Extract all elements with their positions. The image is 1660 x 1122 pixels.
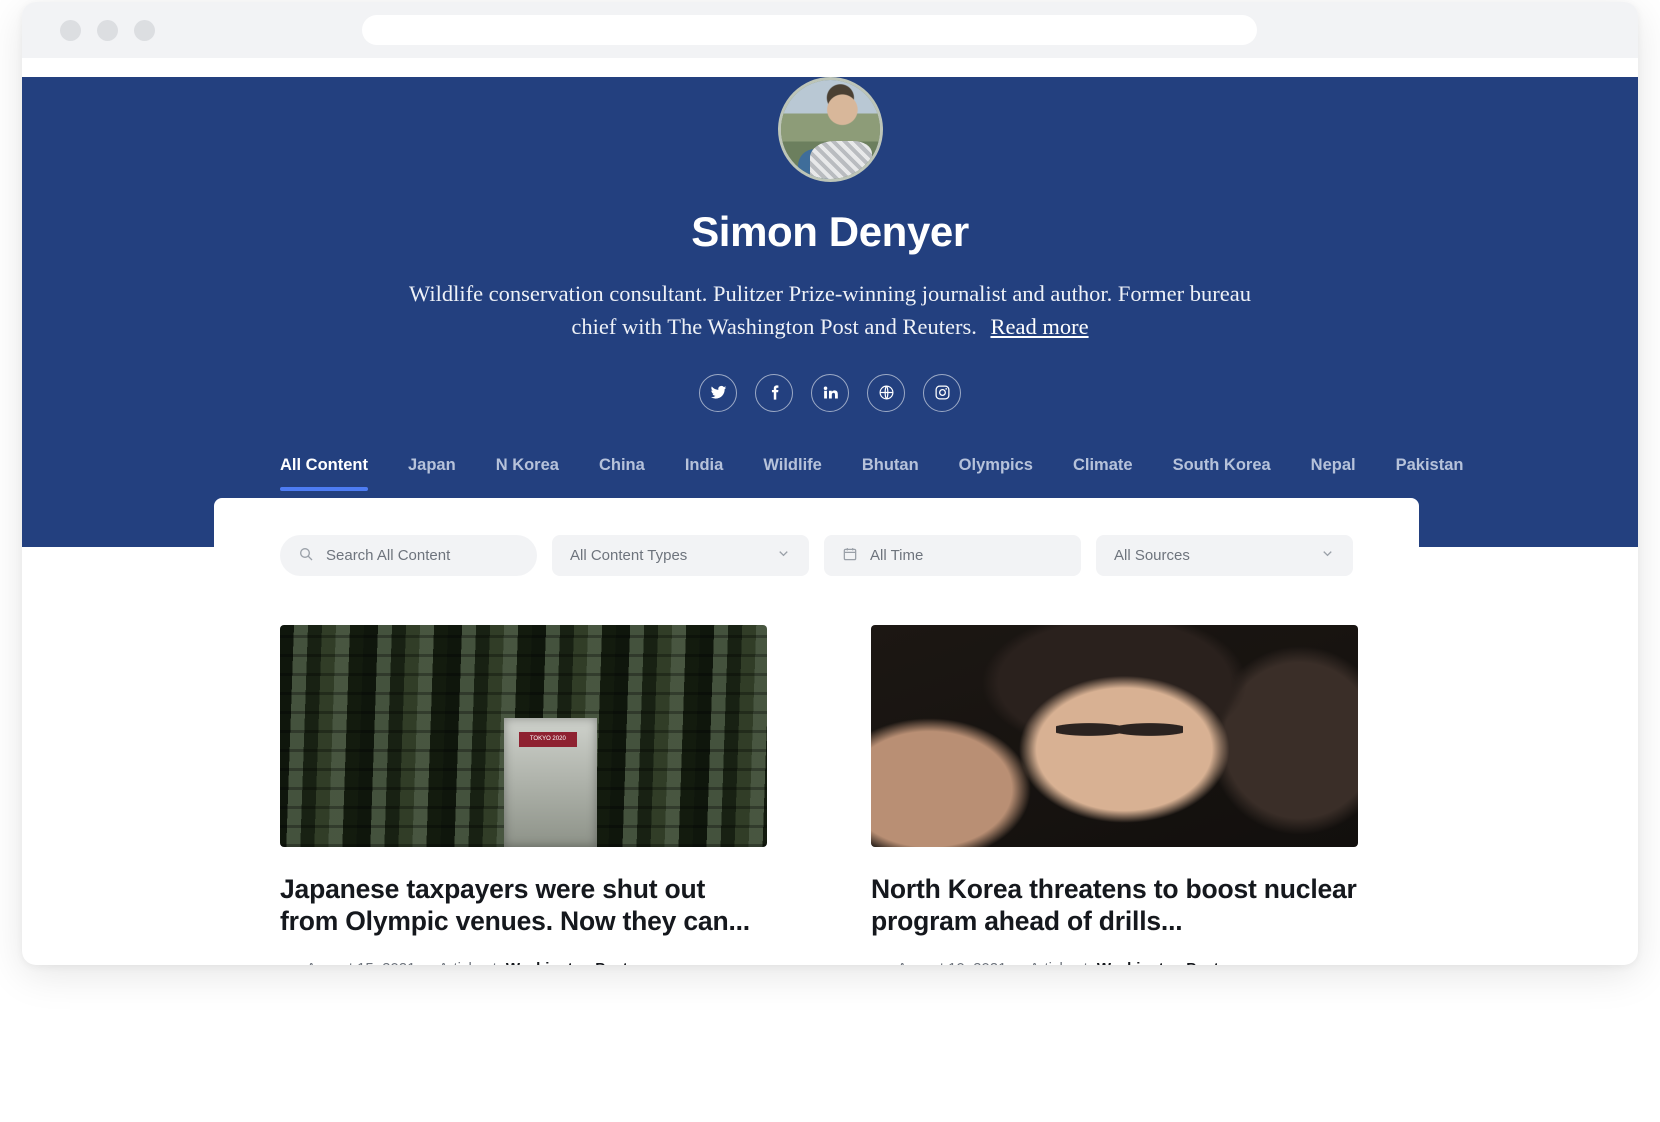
filter-bar: Search All Content All Content Types All… (214, 498, 1419, 576)
tab-nepal[interactable]: Nepal (1311, 456, 1356, 491)
maximize-button[interactable] (134, 19, 155, 41)
card-thumbnail (871, 625, 1358, 847)
facebook-icon (766, 384, 783, 401)
read-more-link[interactable]: Read more (990, 314, 1088, 339)
sources-value: All Sources (1114, 547, 1190, 564)
facebook-link[interactable] (755, 373, 793, 412)
tab-all-content[interactable]: All Content (280, 456, 368, 491)
twitter-link[interactable] (699, 373, 737, 412)
card-type-label: Article at (1029, 960, 1087, 965)
content-type-value: All Content Types (570, 547, 688, 564)
content-grid: TOKYO 2020 Japanese taxpayers were shut … (214, 576, 1419, 965)
browser-window: Simon Denyer Wildlife conservation consu… (22, 2, 1638, 965)
portrait-image (871, 625, 1358, 847)
tokyo-banner: TOKYO 2020 (518, 731, 578, 748)
linkedin-link[interactable] (811, 373, 849, 412)
page-title: Simon Denyer (691, 208, 969, 255)
search-icon (298, 546, 314, 566)
card-date: August 15, 2021 (306, 960, 415, 965)
source-logo-icon: wp (280, 960, 298, 965)
browser-titlebar (22, 2, 1638, 58)
profile-bio-text: Wildlife conservation consultant. Pulitz… (408, 281, 1251, 339)
content-tabs: All Content Japan N Korea China India Wi… (22, 456, 1638, 491)
twitter-icon (710, 384, 727, 401)
tab-bhutan[interactable]: Bhutan (862, 456, 919, 491)
tab-china[interactable]: China (599, 456, 645, 491)
tab-south-korea[interactable]: South Korea (1173, 456, 1271, 491)
content-card[interactable]: TOKYO 2020 Japanese taxpayers were shut … (280, 625, 767, 965)
chevron-down-icon (1320, 546, 1335, 565)
instagram-icon (934, 384, 951, 401)
search-input[interactable]: Search All Content (280, 535, 537, 576)
meta-separator: · (424, 960, 429, 965)
content-type-select[interactable]: All Content Types (552, 535, 809, 576)
tab-climate[interactable]: Climate (1073, 456, 1133, 491)
card-source: Washington Post (506, 960, 628, 965)
card-date: August 10, 2021 (897, 960, 1006, 965)
chevron-down-icon (776, 546, 791, 565)
card-title: Japanese taxpayers were shut out from Ol… (280, 874, 750, 937)
time-filter-value: All Time (870, 547, 924, 564)
close-button[interactable] (60, 19, 81, 41)
search-placeholder: Search All Content (326, 547, 451, 564)
website-link[interactable] (867, 373, 905, 412)
instagram-link[interactable] (923, 373, 961, 412)
avatar (777, 77, 883, 182)
card-type-label: Article at (438, 960, 496, 965)
tab-wildlife[interactable]: Wildlife (763, 456, 822, 491)
card-thumbnail: TOKYO 2020 (280, 625, 767, 847)
sources-select[interactable]: All Sources (1096, 535, 1353, 576)
avatar-image (780, 80, 880, 179)
content-card[interactable]: North Korea threatens to boost nuclear p… (871, 625, 1358, 965)
time-filter-select[interactable]: All Time (824, 535, 1081, 576)
tab-japan[interactable]: Japan (408, 456, 456, 491)
card-meta: wp August 10, 2021 · Article at Washingt… (871, 960, 1358, 965)
social-links (22, 373, 1638, 412)
tab-olympics[interactable]: Olympics (959, 456, 1033, 491)
card-meta: wp August 15, 2021 · Article at Washingt… (280, 960, 767, 965)
tab-india[interactable]: India (685, 456, 724, 491)
traffic-lights (60, 19, 155, 41)
url-input[interactable] (362, 15, 1257, 45)
globe-icon (878, 384, 895, 401)
source-logo-icon: wp (871, 960, 889, 965)
tab-n-korea[interactable]: N Korea (496, 456, 559, 491)
calendar-icon (842, 546, 858, 566)
profile-header: Simon Denyer Wildlife conservation consu… (22, 77, 1638, 547)
linkedin-icon (822, 384, 839, 401)
card-source: Washington Post (1097, 960, 1219, 965)
card-title: North Korea threatens to boost nuclear p… (871, 874, 1357, 937)
meta-separator: · (1015, 960, 1020, 965)
tab-pakistan[interactable]: Pakistan (1396, 456, 1464, 491)
profile-bio: Wildlife conservation consultant. Pulitz… (405, 278, 1255, 344)
content-panel: Search All Content All Content Types All… (214, 498, 1419, 965)
minimize-button[interactable] (97, 19, 118, 41)
